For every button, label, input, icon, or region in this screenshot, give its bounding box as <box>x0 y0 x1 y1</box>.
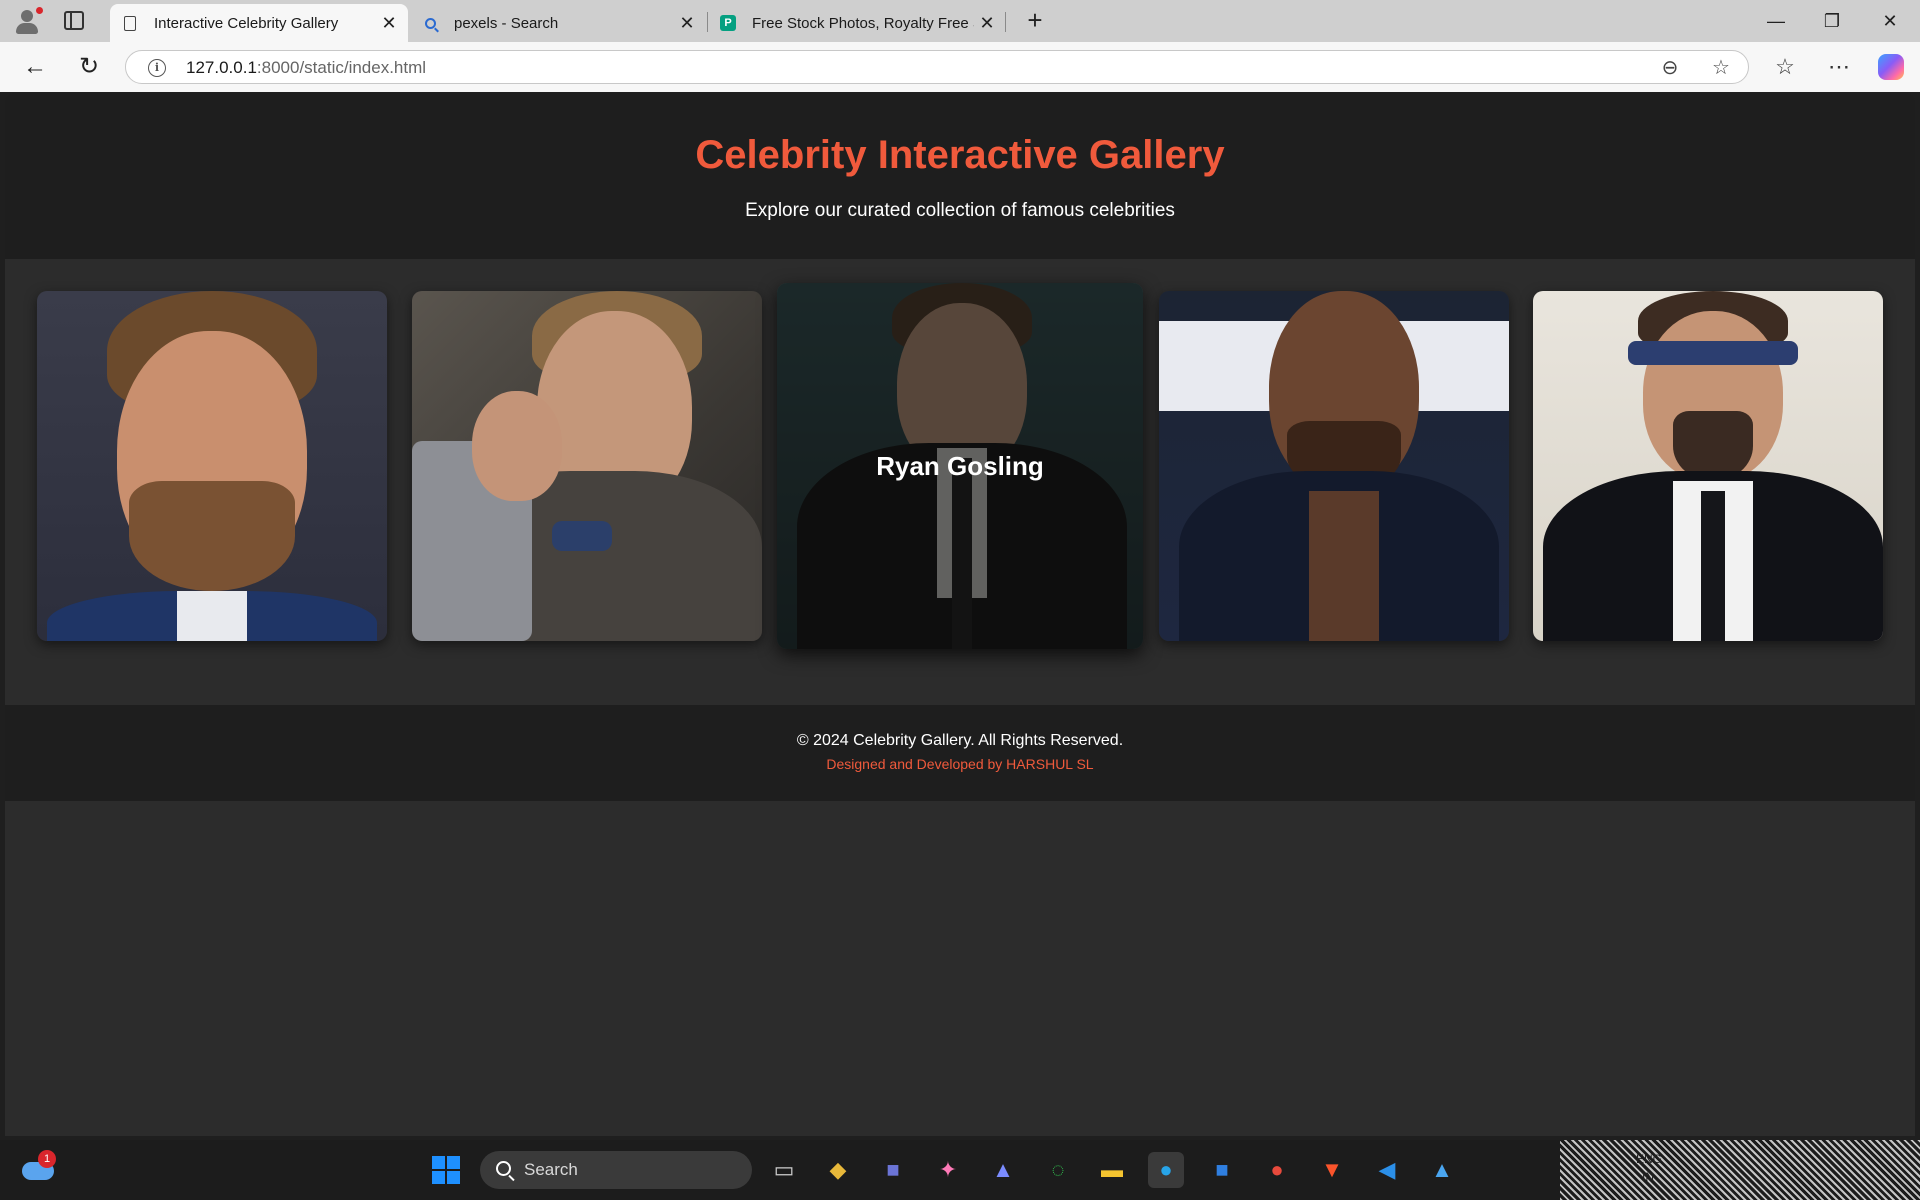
tab-pexels-search[interactable]: pexels - Search ✕ <box>410 4 706 42</box>
gallery-card[interactable] <box>37 291 387 641</box>
copilot-app-icon[interactable]: ✦ <box>930 1152 966 1188</box>
bluestacks-icon[interactable]: ◆ <box>820 1152 856 1188</box>
tray-region: IN <box>1642 1170 1654 1184</box>
gallery-grid: Ryan Gosling <box>5 259 1915 705</box>
favorite-star-icon[interactable]: ☆ <box>1709 56 1733 80</box>
new-tab-button[interactable]: + <box>1020 6 1050 36</box>
tab-title: Free Stock Photos, Royalty Free St <box>752 14 974 32</box>
browser-tab-bar: Interactive Celebrity Gallery ✕ pexels -… <box>0 0 1920 42</box>
back-button[interactable]: ← <box>20 52 50 82</box>
favorites-icon[interactable]: ☆ <box>1770 52 1800 82</box>
app-icon[interactable]: ◌ <box>1040 1152 1076 1188</box>
store-icon[interactable]: ■ <box>1204 1152 1240 1188</box>
gallery-card[interactable] <box>412 291 762 641</box>
tab-actions-icon[interactable] <box>64 11 84 30</box>
gallery-card[interactable] <box>1533 291 1883 641</box>
url-path: :8000/static/index.html <box>256 58 427 77</box>
weather-widget-icon[interactable]: 1 <box>22 1150 56 1180</box>
tab-free-stock-photos[interactable]: P Free Stock Photos, Royalty Free St ✕ <box>708 4 1006 42</box>
search-icon <box>422 15 438 31</box>
address-toolbar: ← ↻ i 127.0.0.1:8000/static/index.html ⊖… <box>0 42 1920 92</box>
chrome-icon[interactable]: ● <box>1259 1152 1295 1188</box>
task-view-icon[interactable]: ▭ <box>766 1152 802 1188</box>
more-options-icon[interactable]: ⋯ <box>1824 52 1854 82</box>
site-header: Celebrity Interactive Gallery Explore ou… <box>5 93 1915 259</box>
celebrity-photo <box>37 291 387 641</box>
celebrity-photo <box>1533 291 1883 641</box>
gallery-card[interactable] <box>1159 291 1509 641</box>
taskbar-search-label: Search <box>524 1160 578 1179</box>
tray-lang: ENG <box>1636 1152 1663 1166</box>
page-title: Celebrity Interactive Gallery <box>695 133 1225 177</box>
teams-icon[interactable]: ■ <box>875 1152 911 1188</box>
close-window-button[interactable]: ✕ <box>1870 6 1910 36</box>
pexels-icon: P <box>720 15 736 31</box>
url-host: 127.0.0.1 <box>186 58 257 77</box>
tab-title: Interactive Celebrity Gallery <box>154 14 339 32</box>
url-text[interactable]: 127.0.0.1:8000/static/index.html <box>186 58 426 78</box>
photos-icon[interactable]: ▲ <box>1424 1152 1460 1188</box>
tab-title: pexels - Search <box>454 14 559 32</box>
profile-icon[interactable] <box>12 7 43 35</box>
system-tray[interactable]: ENG IN <box>1560 1140 1920 1200</box>
refresh-button[interactable]: ↻ <box>74 52 104 82</box>
address-bar[interactable]: i 127.0.0.1:8000/static/index.html ⊖ ☆ <box>125 50 1749 84</box>
celebrity-name: Ryan Gosling <box>876 450 1044 481</box>
developer-credit: Designed and Developed by HARSHUL SL <box>826 756 1094 772</box>
taskbar-search-box[interactable]: Search <box>480 1151 752 1189</box>
edge-icon[interactable]: ● <box>1148 1152 1184 1188</box>
celebrity-photo <box>412 291 762 641</box>
info-icon[interactable]: i <box>148 59 166 77</box>
site-footer: © 2024 Celebrity Gallery. All Rights Res… <box>5 705 1915 801</box>
brave-icon[interactable]: ▼ <box>1314 1152 1350 1188</box>
celebrity-photo <box>1159 291 1509 641</box>
close-icon[interactable]: ✕ <box>974 13 1000 34</box>
taskbar: 1 Search ▭ ◆ ■ ✦ ▲ ◌ ▬ ● ■ ● ▼ ◀ ▲ ENG I… <box>0 1140 1920 1200</box>
app-icon[interactable]: ▲ <box>985 1152 1021 1188</box>
start-icon[interactable] <box>428 1152 464 1188</box>
tab-divider <box>1005 12 1006 32</box>
close-icon[interactable]: ✕ <box>674 13 700 34</box>
tab-interactive-celebrity-gallery[interactable]: Interactive Celebrity Gallery ✕ <box>110 4 408 42</box>
zoom-out-icon[interactable]: ⊖ <box>1658 56 1682 80</box>
notification-badge: 1 <box>38 1150 56 1168</box>
card-overlay: Ryan Gosling <box>777 283 1143 649</box>
copilot-icon[interactable] <box>1878 54 1904 80</box>
page-viewport: Celebrity Interactive Gallery Explore ou… <box>5 93 1915 1136</box>
restore-button[interactable]: ❐ <box>1812 6 1852 36</box>
vscode-icon[interactable]: ◀ <box>1369 1152 1405 1188</box>
close-icon[interactable]: ✕ <box>376 13 402 34</box>
minimize-button[interactable]: — <box>1756 6 1796 36</box>
gallery-card-hovered[interactable]: Ryan Gosling <box>777 283 1143 649</box>
page-subtitle: Explore our curated collection of famous… <box>745 200 1175 221</box>
search-icon <box>496 1161 511 1176</box>
page-icon <box>122 15 138 31</box>
file-explorer-icon[interactable]: ▬ <box>1094 1152 1130 1188</box>
copyright-text: © 2024 Celebrity Gallery. All Rights Res… <box>796 732 1124 749</box>
